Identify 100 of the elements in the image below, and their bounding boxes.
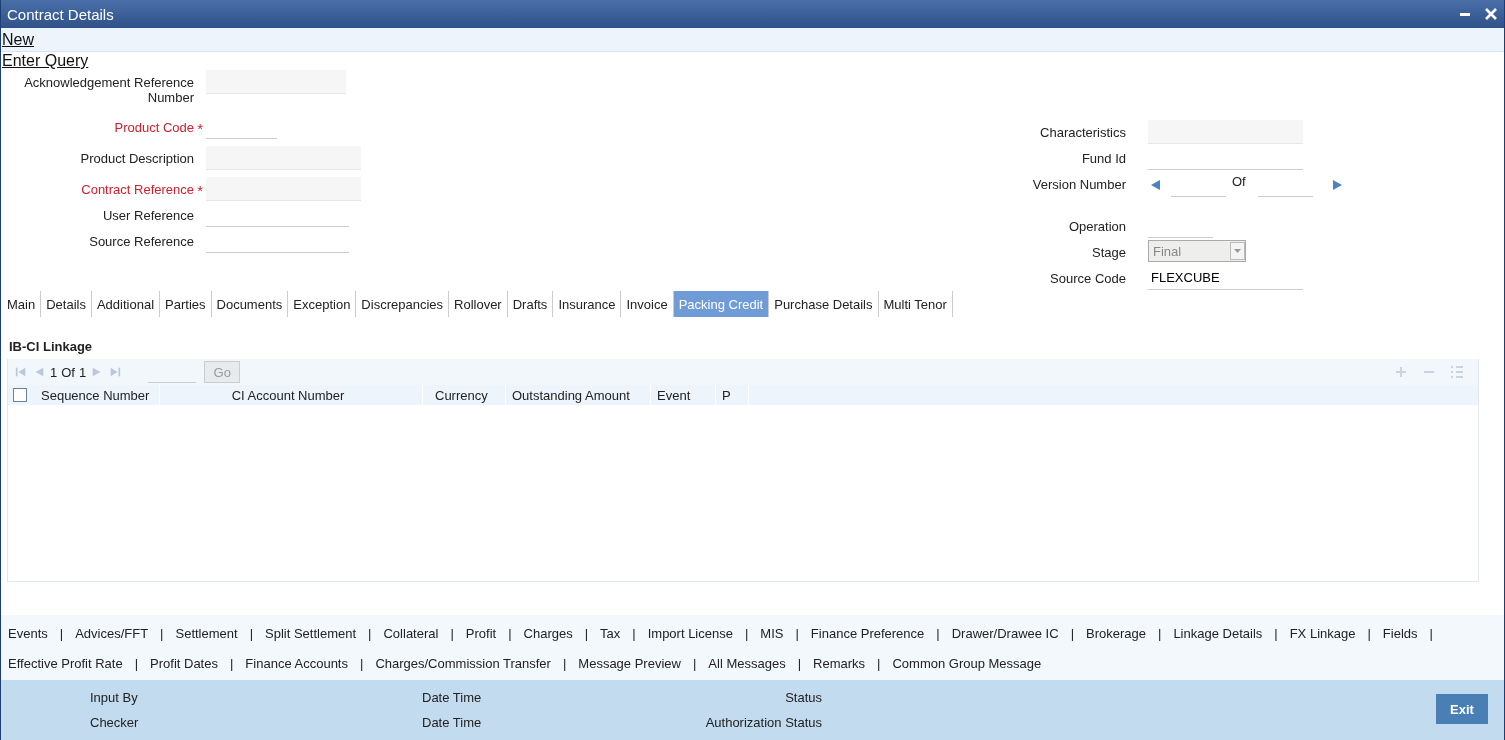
audit-label: Checker bbox=[90, 715, 140, 730]
footer-link[interactable]: Common Group Message bbox=[892, 655, 1042, 671]
link-separator: | bbox=[562, 655, 567, 671]
last-page-icon[interactable] bbox=[109, 366, 122, 378]
close-icon[interactable] bbox=[1484, 7, 1498, 21]
footer-link[interactable]: Tax bbox=[600, 625, 621, 641]
tab[interactable]: Discrepancies bbox=[356, 291, 449, 317]
tab[interactable]: Rollover bbox=[449, 291, 508, 317]
add-row-icon[interactable] bbox=[1394, 365, 1408, 379]
column-header: CI Account Number bbox=[160, 385, 423, 405]
tab[interactable]: Parties bbox=[160, 291, 212, 317]
link-separator: | bbox=[59, 625, 64, 641]
footer-link[interactable]: Collateral bbox=[383, 625, 439, 641]
required-mark: * bbox=[197, 182, 203, 199]
link-separator: | bbox=[134, 655, 139, 671]
required-mark: * bbox=[197, 120, 203, 137]
link-separator: | bbox=[368, 625, 372, 641]
tab[interactable]: Main bbox=[2, 291, 42, 317]
tab[interactable]: Additional bbox=[91, 291, 161, 317]
link-separator: | bbox=[795, 625, 799, 641]
footer-link[interactable]: Message Preview bbox=[578, 655, 681, 671]
list-view-icon[interactable] bbox=[1450, 365, 1464, 379]
footer-link[interactable]: Drawer/Drawee IC bbox=[951, 625, 1059, 641]
page-total: 1 bbox=[78, 364, 87, 380]
of-label: Of bbox=[1232, 173, 1246, 189]
footer-link[interactable]: Remarks bbox=[813, 655, 866, 671]
footer-link[interactable]: Import License bbox=[647, 625, 733, 641]
field-label: Product Code bbox=[114, 120, 194, 137]
page-number: 1 bbox=[50, 364, 58, 380]
readonly-field[interactable] bbox=[206, 70, 346, 94]
field-label: User Reference bbox=[102, 208, 194, 223]
footer-link[interactable]: Charges/Commission Transfer bbox=[375, 655, 551, 671]
footer-link[interactable]: Advices/FFT bbox=[75, 625, 149, 641]
tab[interactable]: Purchase Details bbox=[769, 291, 879, 317]
readonly-field[interactable] bbox=[206, 146, 361, 170]
audit-label: Date Time bbox=[422, 715, 483, 730]
link-separator: | bbox=[508, 625, 512, 641]
column-header: Currency bbox=[423, 385, 506, 405]
link-separator: | bbox=[360, 655, 364, 671]
first-page-icon[interactable] bbox=[15, 366, 27, 378]
link-separator: | bbox=[1070, 625, 1074, 641]
footer-link[interactable]: Events bbox=[8, 625, 48, 641]
footer-link[interactable]: All Messages bbox=[708, 655, 786, 671]
tab[interactable]: Insurance bbox=[553, 291, 622, 317]
field-label: Stage bbox=[1092, 245, 1126, 260]
footer-link[interactable]: Split Settlement bbox=[265, 625, 357, 641]
footer-link[interactable]: Profit bbox=[465, 625, 497, 641]
readonly-field[interactable] bbox=[206, 177, 361, 201]
link-separator: | bbox=[584, 625, 589, 641]
link-separator: | bbox=[797, 655, 802, 671]
readonly-field[interactable] bbox=[1148, 120, 1303, 144]
link-separator: | bbox=[744, 625, 749, 641]
tab[interactable]: Invoice bbox=[621, 291, 674, 317]
action-link[interactable]: Enter Query bbox=[2, 52, 89, 70]
action-link[interactable]: New bbox=[2, 30, 34, 49]
footer-link[interactable]: Finance Preference bbox=[810, 625, 925, 641]
window-title: Contract Details bbox=[7, 5, 115, 23]
footer-link[interactable]: Profit Dates bbox=[150, 655, 218, 671]
link-separator: | bbox=[229, 655, 234, 671]
tab[interactable]: Multi Tenor bbox=[878, 291, 953, 317]
previous-page-icon[interactable] bbox=[33, 366, 45, 378]
field-label: Version Number bbox=[1032, 177, 1126, 192]
audit-label: Input By bbox=[90, 690, 139, 705]
field-label: Source Code bbox=[1050, 271, 1126, 286]
text-field[interactable]: FLEXCUBE bbox=[1148, 266, 1303, 290]
audit-label: Status bbox=[784, 690, 822, 705]
footer-link[interactable]: Finance Accounts bbox=[245, 655, 348, 671]
field-label: Fund Id bbox=[1081, 151, 1126, 166]
link-separator: | bbox=[936, 625, 940, 641]
link-separator: | bbox=[1367, 625, 1371, 641]
column-header: P bbox=[716, 385, 749, 405]
audit-label: Date Time bbox=[422, 690, 483, 705]
link-separator: | bbox=[1429, 625, 1433, 641]
link-separator: | bbox=[160, 625, 164, 641]
column-header: Outstanding Amount bbox=[506, 385, 651, 405]
link-separator: | bbox=[1274, 625, 1278, 641]
footer-link[interactable]: Settlement bbox=[175, 625, 238, 641]
footer-link[interactable]: Brokerage bbox=[1086, 625, 1146, 641]
footer-link[interactable]: MIS bbox=[760, 625, 784, 641]
footer-link[interactable]: Effective Profit Rate bbox=[8, 655, 123, 671]
tab[interactable]: Exception bbox=[288, 291, 357, 317]
of-label: Of bbox=[61, 364, 75, 380]
footer-link[interactable]: Fields bbox=[1382, 625, 1418, 641]
field-label: Contract Reference bbox=[81, 182, 194, 199]
column-header: Sequence Number bbox=[41, 385, 160, 405]
footer-link[interactable]: Charges bbox=[523, 625, 573, 641]
link-separator: | bbox=[1158, 625, 1162, 641]
tab[interactable]: Drafts bbox=[507, 291, 554, 317]
footer-link[interactable]: FX Linkage bbox=[1289, 625, 1356, 641]
link-separator: | bbox=[877, 655, 881, 671]
field-label: Product Description bbox=[80, 151, 194, 166]
tab[interactable]: Documents bbox=[211, 291, 289, 317]
exit-button[interactable]: Exit bbox=[1436, 694, 1488, 724]
checkbox[interactable] bbox=[13, 388, 27, 402]
link-separator: | bbox=[692, 655, 697, 671]
tab[interactable]: Details bbox=[41, 291, 92, 317]
footer-link[interactable]: Linkage Details bbox=[1173, 625, 1263, 641]
link-separator: | bbox=[632, 625, 636, 641]
field-label: Operation bbox=[1068, 219, 1126, 234]
column-header: Event bbox=[651, 385, 716, 405]
